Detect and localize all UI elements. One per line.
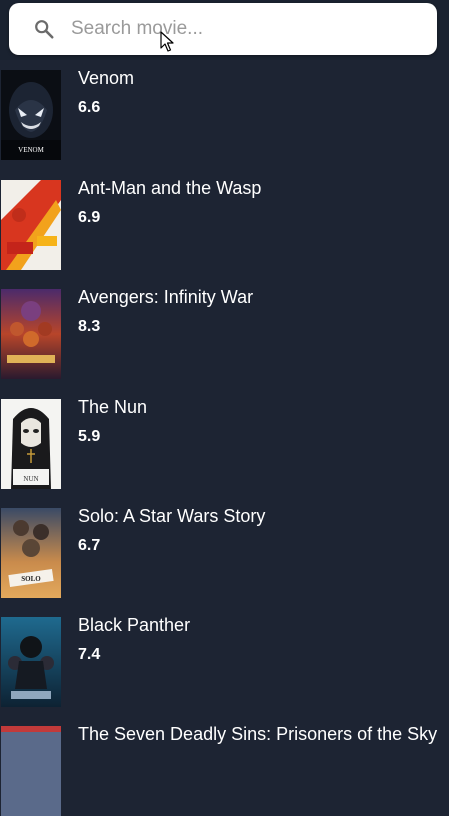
movie-poster <box>1 726 61 816</box>
movie-item[interactable]: Avengers: Infinity War 8.3 <box>0 287 449 379</box>
movie-item[interactable]: SOLO Solo: A Star Wars Story 6.7 <box>0 506 449 598</box>
poster-text: VENOM <box>18 146 44 154</box>
movie-poster: NUN <box>1 399 61 489</box>
movie-rating: 8.3 <box>78 318 101 335</box>
movie-title: The Seven Deadly Sins: Prisoners of the … <box>78 724 438 744</box>
movie-poster <box>1 180 61 270</box>
movie-title: Solo: A Star Wars Story <box>78 506 266 526</box>
movie-poster: VENOM <box>1 70 61 160</box>
movie-rating: 5.9 <box>78 428 101 445</box>
mouse-cursor-icon <box>160 31 174 52</box>
search-icon[interactable] <box>33 18 55 40</box>
movie-rating: 7.4 <box>78 646 101 663</box>
movie-title: Black Panther <box>78 615 191 635</box>
movie-poster <box>1 617 61 707</box>
movie-title: Avengers: Infinity War <box>78 287 254 307</box>
movie-item[interactable]: The Seven Deadly Sins: Prisoners of the … <box>0 724 449 816</box>
movie-item[interactable]: Ant-Man and the Wasp 6.9 <box>0 178 449 270</box>
movie-rating: 6.6 <box>78 99 101 116</box>
search-bar[interactable] <box>9 3 437 55</box>
movie-title: Ant-Man and the Wasp <box>78 178 262 198</box>
movie-poster: SOLO <box>1 508 61 598</box>
poster-text: NUN <box>23 475 39 483</box>
movie-item[interactable]: NUN The Nun 5.9 <box>0 397 449 489</box>
movie-title: The Nun <box>78 397 148 417</box>
movie-item[interactable]: Black Panther 7.4 <box>0 615 449 707</box>
movie-item[interactable]: VENOM Venom 6.6 <box>0 68 449 160</box>
search-input[interactable] <box>71 13 421 45</box>
movie-rating: 6.9 <box>78 209 101 226</box>
poster-text: SOLO <box>21 575 41 583</box>
movie-poster <box>1 289 61 379</box>
top-bar <box>0 0 449 60</box>
movie-rating: 6.7 <box>78 537 101 554</box>
movie-title: Venom <box>78 68 135 88</box>
